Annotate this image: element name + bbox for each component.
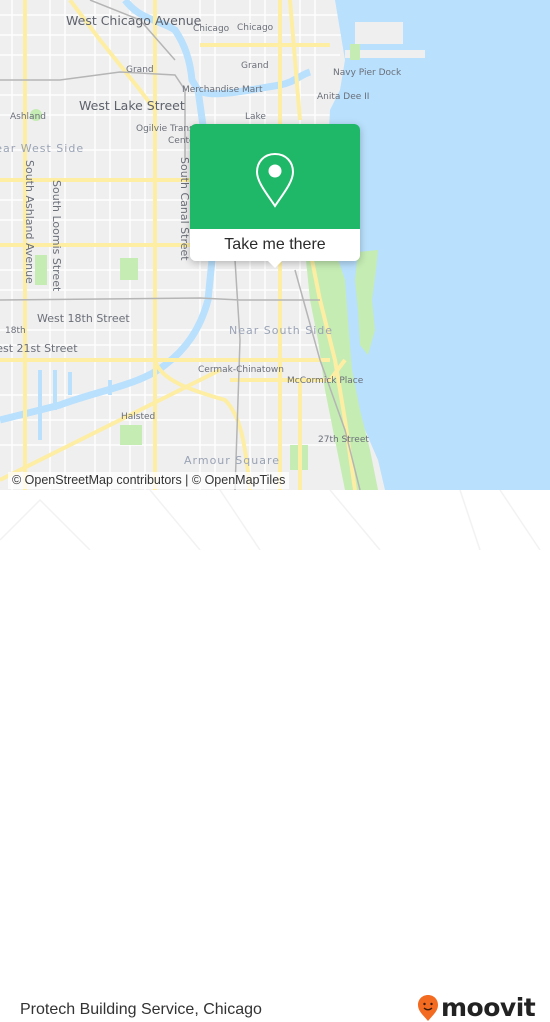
footer-background-pattern [0,490,541,550]
popup-header [190,124,360,229]
label-south-loomis-street: South Loomis Street [50,180,63,292]
label-grand-west: Grand [126,65,154,75]
label-mccormick-place: McCormick Place [287,376,364,386]
map-pin-icon [255,152,295,208]
label-west-21st-street: West 21st Street [0,342,78,355]
label-anita-dee-ii: Anita Dee II [317,92,370,102]
label-navy-pier-dock: Navy Pier Dock [333,68,402,78]
moovit-logo[interactable]: moovit [417,993,536,1022]
label-18th: 18th [5,326,26,336]
destination-popup: Take me there [190,124,360,268]
label-27th-street: 27th Street [318,435,369,445]
label-armour-square: Armour Square [184,454,281,467]
label-near-west-side: Near West Side [0,142,85,155]
label-west-18th-street: West 18th Street [37,312,130,325]
label-west-chicago-avenue: West Chicago Avenue [66,13,202,28]
label-south-canal-street: South Canal Street [178,157,191,261]
navy-pier [355,22,403,44]
moovit-smiley-pin-icon [418,994,438,1021]
label-near-south-side: Near South Side [229,324,334,337]
label-ogilvie-line1: Ogilvie Trans [136,124,194,134]
label-west-lake-street: West Lake Street [79,98,185,113]
moovit-wordmark: moovit [441,993,536,1022]
footer: Protech Building Service, Chicago moovit [0,490,550,1022]
label-grand-east: Grand [241,61,269,71]
popup-pointer [267,260,283,268]
label-chicago-station-2: Chicago [237,23,274,33]
place-name: Protech Building Service, Chicago [20,1001,262,1018]
label-chicago-station: Chicago [193,24,230,34]
label-merchandise-mart: Merchandise Mart [182,85,263,95]
label-cermak-chinatown: Cermak-Chinatown [198,365,284,375]
label-lake: Lake [245,112,266,122]
map-attribution[interactable]: © OpenStreetMap contributors | © OpenMap… [8,472,290,489]
label-halsted: Halsted [121,412,156,422]
label-south-ashland-avenue: South Ashland Avenue [23,160,36,284]
label-ashland: Ashland [10,112,46,122]
take-me-there-button[interactable]: Take me there [190,229,360,261]
